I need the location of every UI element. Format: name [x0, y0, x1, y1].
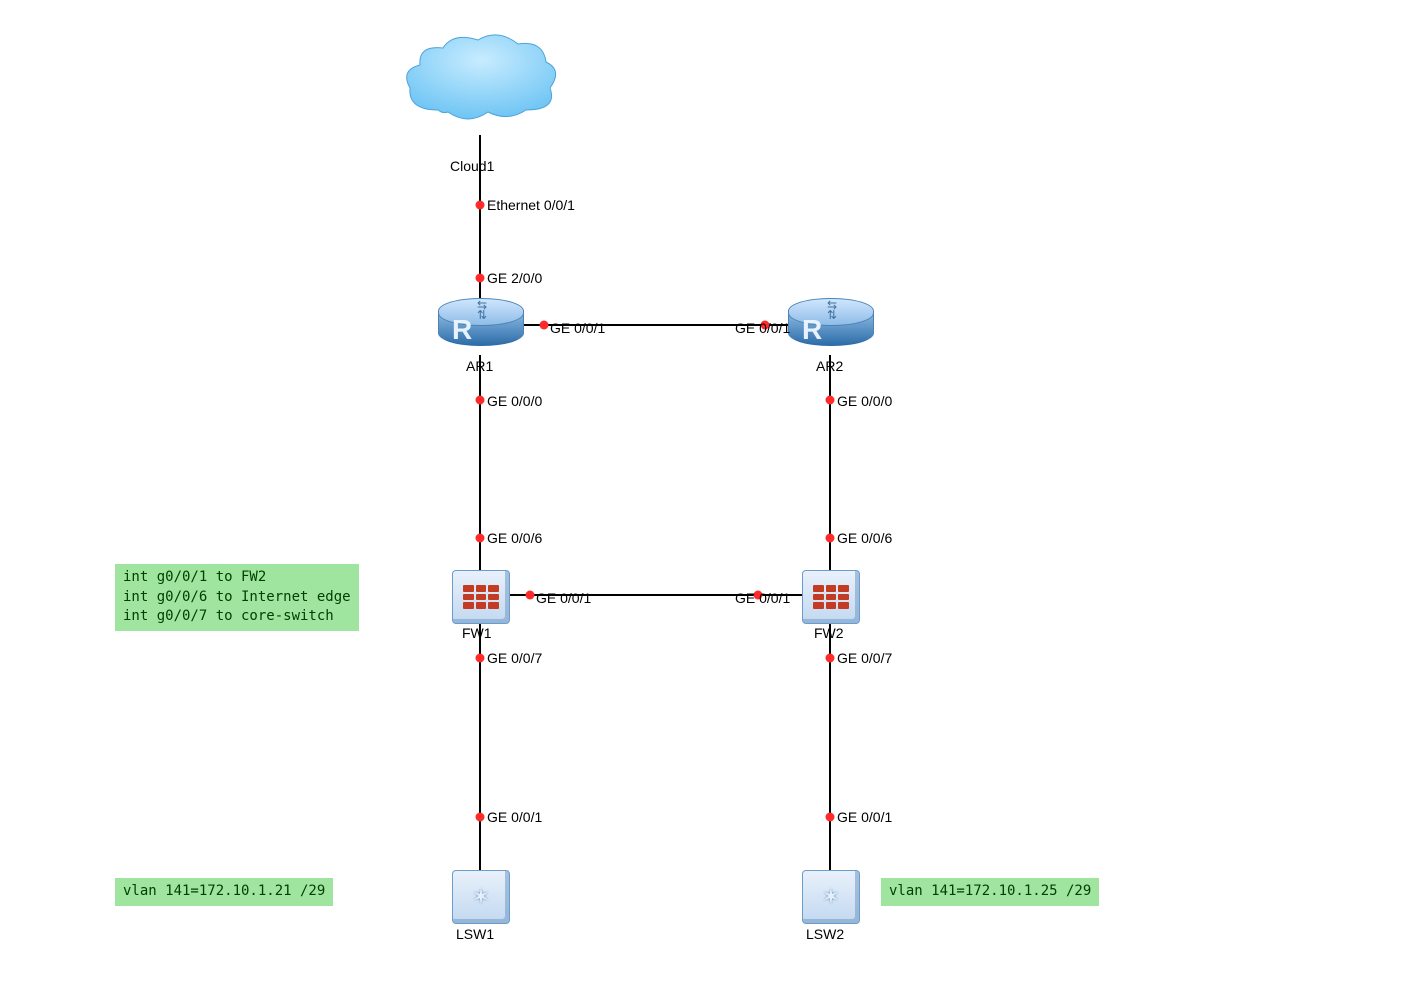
port-lsw1-ge1: GE 0/0/1: [487, 809, 542, 825]
port-fw2-ge6: GE 0/0/6: [837, 530, 892, 546]
fw1-label: FW1: [462, 625, 492, 641]
port-fw1-ge1: GE 0/0/1: [536, 590, 591, 606]
dot-cloud-eth: [476, 201, 485, 210]
ar2-label: AR2: [816, 358, 843, 374]
dot-ar1-ge01: [540, 321, 549, 330]
note-vlan-lsw1: vlan 141=172.10.1.21 /29: [115, 878, 333, 906]
router-ar1[interactable]: ⇆⇅ R: [438, 298, 522, 354]
lsw2-label: LSW2: [806, 926, 844, 942]
lsw1-label: LSW1: [456, 926, 494, 942]
port-fw1-ge6: GE 0/0/6: [487, 530, 542, 546]
cloud-icon[interactable]: [398, 30, 563, 140]
ar1-label: AR1: [466, 358, 493, 374]
dot-ar1-ge00: [476, 396, 485, 405]
port-fw2-ge7: GE 0/0/7: [837, 650, 892, 666]
fw2-label: FW2: [814, 625, 844, 641]
port-fw1-ge7: GE 0/0/7: [487, 650, 542, 666]
port-lsw2-ge1: GE 0/0/1: [837, 809, 892, 825]
port-ar1-ge01: GE 0/0/1: [550, 320, 605, 336]
links-layer: [0, 0, 1409, 1004]
dot-lsw1-ge1: [476, 813, 485, 822]
dot-ar2-ge00: [826, 396, 835, 405]
dot-fw1-ge6: [476, 534, 485, 543]
firewall-fw2[interactable]: [802, 570, 860, 624]
dot-fw2-ge7: [826, 654, 835, 663]
dot-lsw2-ge1: [826, 813, 835, 822]
note-fw-ports: int g0/0/1 to FW2 int g0/0/6 to Internet…: [115, 564, 359, 631]
router-ar2[interactable]: ⇆⇅ R: [788, 298, 872, 354]
port-ar1-ge00: GE 0/0/0: [487, 393, 542, 409]
port-fw2-ge1: GE 0/0/1: [735, 590, 790, 606]
port-ar2-ge01: GE 0/0/1: [735, 320, 790, 336]
dot-fw1-ge1: [526, 591, 535, 600]
cloud-label: Cloud1: [450, 158, 494, 174]
note-vlan-lsw2: vlan 141=172.10.1.25 /29: [881, 878, 1099, 906]
dot-fw2-ge6: [826, 534, 835, 543]
switch-lsw1[interactable]: ✶: [452, 870, 510, 924]
port-ar1-ge2: GE 2/0/0: [487, 270, 542, 286]
port-cloud-eth: Ethernet 0/0/1: [487, 197, 575, 213]
firewall-fw1[interactable]: [452, 570, 510, 624]
switch-lsw2[interactable]: ✶: [802, 870, 860, 924]
dot-fw1-ge7: [476, 654, 485, 663]
port-ar2-ge00: GE 0/0/0: [837, 393, 892, 409]
dot-ar1-ge2: [476, 274, 485, 283]
